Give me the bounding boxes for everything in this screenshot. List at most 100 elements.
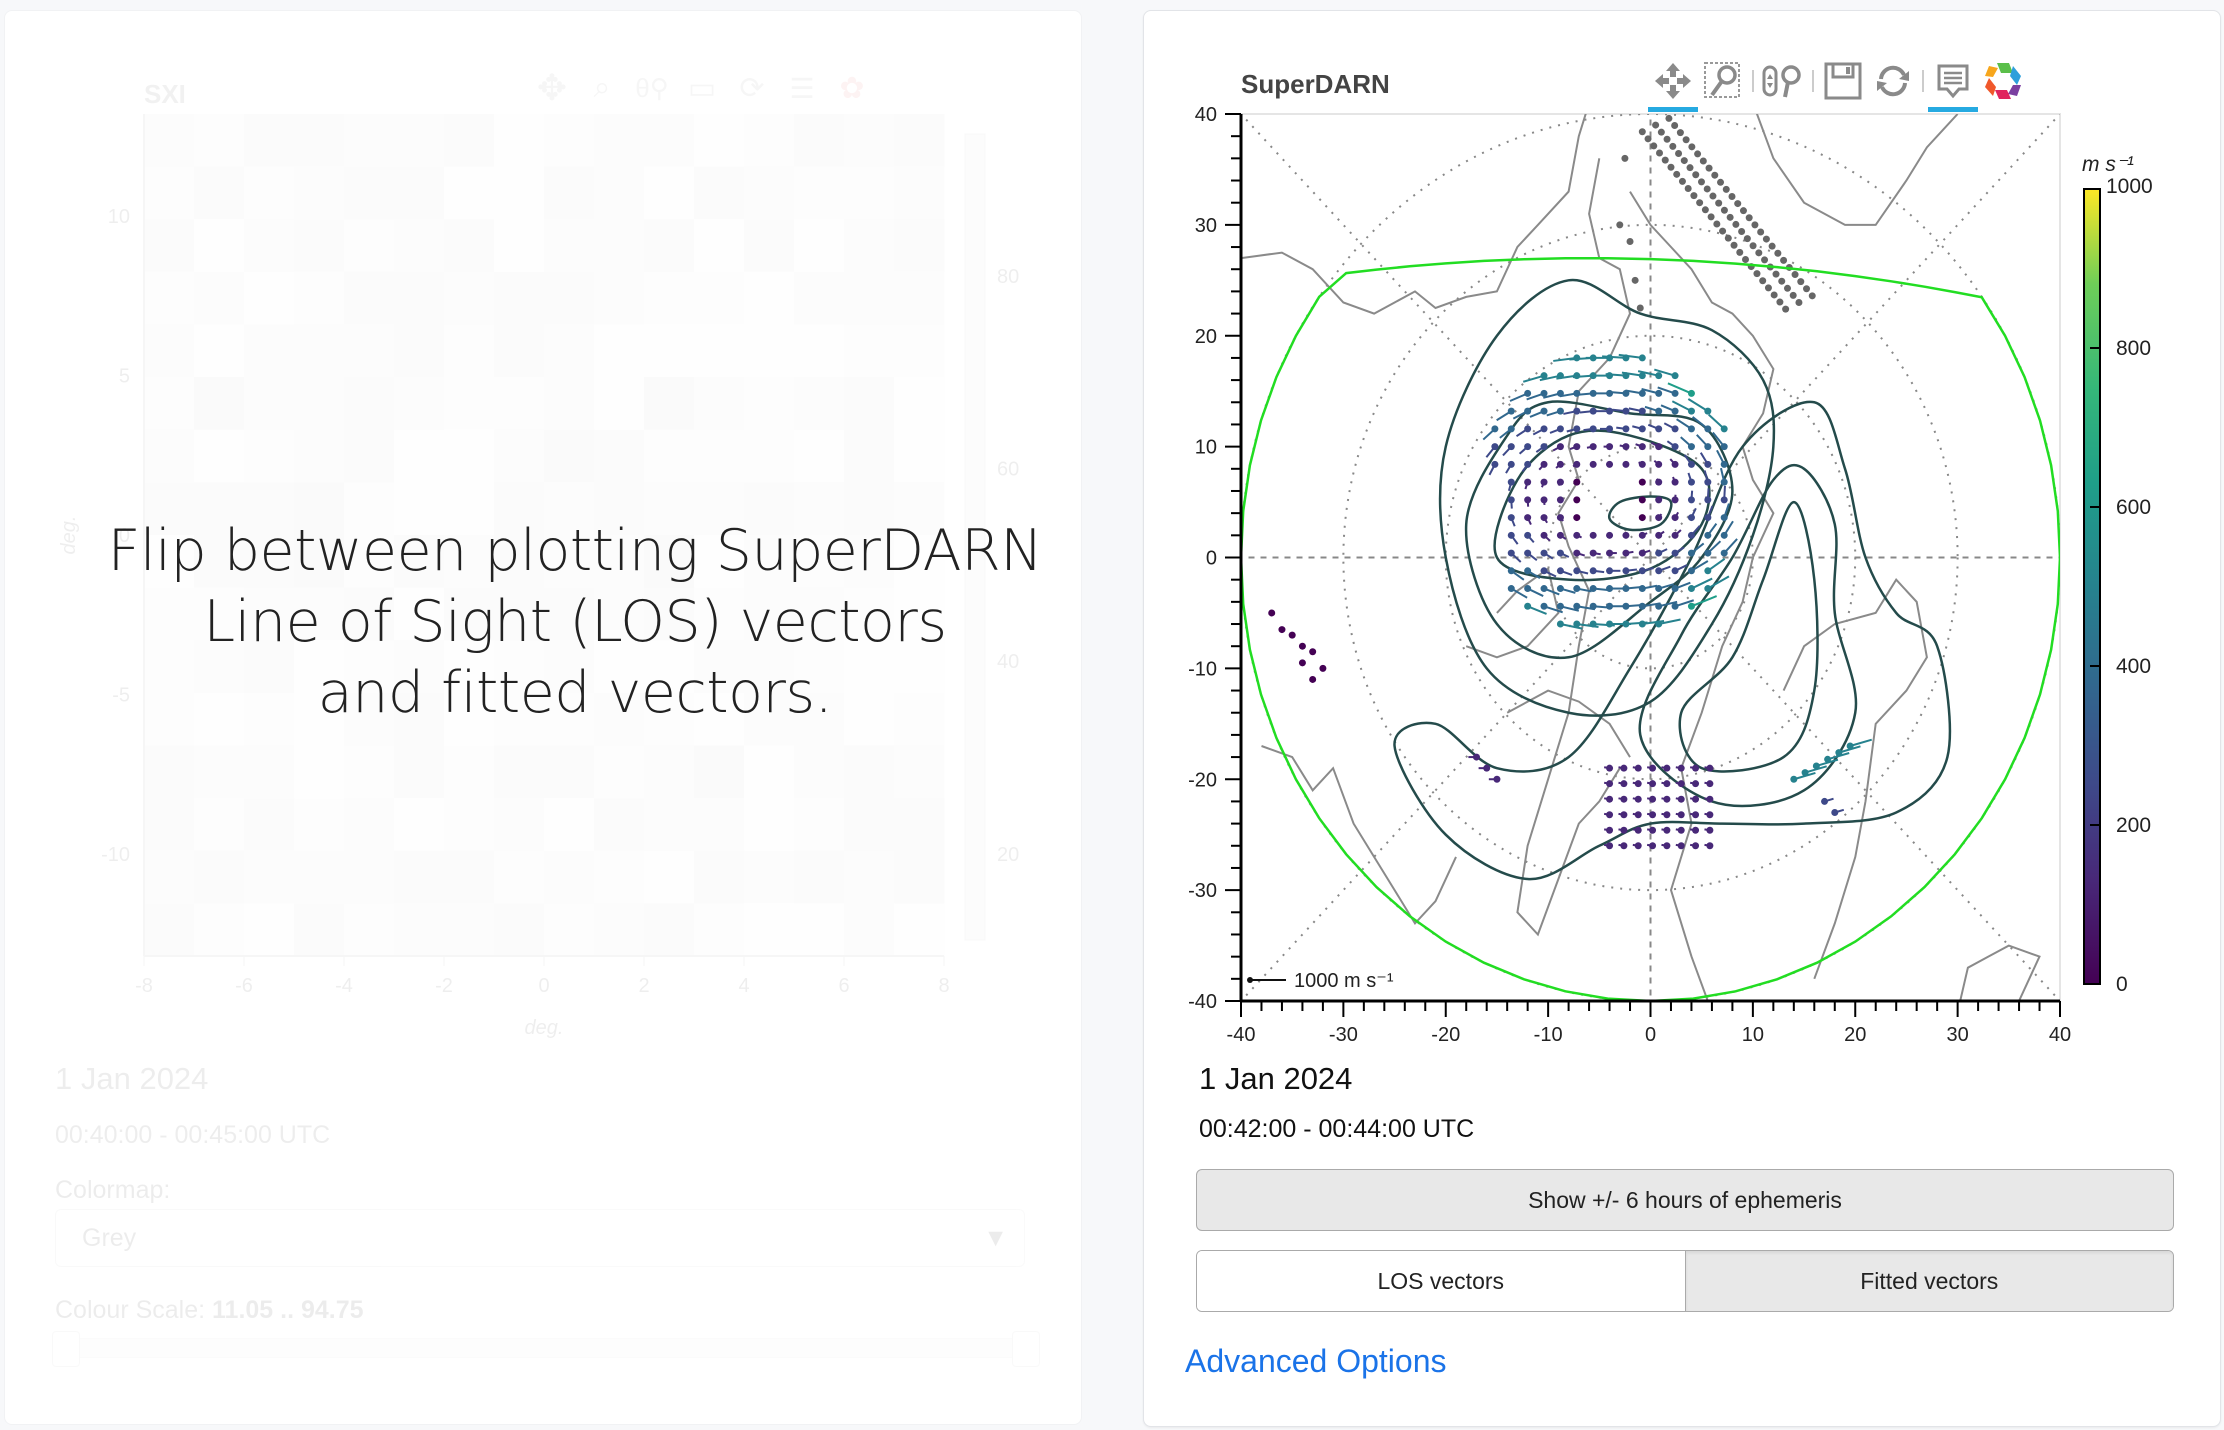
ephemeris-dot — [1697, 178, 1705, 186]
sxi-pixel — [794, 903, 845, 957]
ephemeris-dot — [1684, 185, 1692, 193]
ephemeris-dot — [1667, 163, 1675, 171]
x-tick-label: 0 — [538, 975, 549, 997]
vector-origin — [1606, 764, 1614, 772]
vector-origin — [1589, 443, 1597, 451]
sxi-pixel — [794, 271, 845, 325]
ephemeris-dot — [1742, 255, 1750, 263]
ephemeris-dot — [1692, 171, 1700, 179]
sxi-pixel — [144, 114, 195, 168]
vector-origin — [1524, 514, 1532, 522]
colorbar: m s⁻¹ 1000 800 600 400 200 0 — [2082, 153, 2153, 996]
sxi-pixel — [444, 271, 495, 325]
vector-origin — [1638, 354, 1646, 362]
superdarn-polar-plot[interactable]: -40 -30 -20 -10 0 10 20 30 40 40 30 20 10 0 -10 -20 -30 -… — [1144, 11, 2222, 1061]
vector-origin — [1692, 811, 1700, 819]
sxi-pixel — [144, 219, 195, 273]
sxi-pixel — [744, 114, 795, 168]
x-tick-label: 0 — [1645, 1024, 1656, 1046]
vector-origin — [1556, 443, 1564, 451]
vector-origin — [1638, 407, 1646, 415]
ephemeris-dot — [1730, 241, 1738, 249]
ephemeris-dot — [1694, 150, 1702, 158]
vector-origin — [1687, 425, 1695, 433]
sxi-pixel — [844, 850, 895, 904]
vector-origin — [1831, 809, 1839, 817]
slider-handle-min[interactable] — [52, 1331, 80, 1367]
sxi-pixel — [294, 429, 345, 483]
sxi-pixel — [544, 429, 595, 483]
sxi-pixel — [644, 324, 695, 378]
vector-origin — [1704, 478, 1712, 486]
sxi-pixel — [644, 166, 695, 220]
x-tick-label: 4 — [738, 975, 749, 997]
vector-origin — [1671, 549, 1679, 557]
sxi-pixel — [744, 745, 795, 799]
vector-origin — [1663, 826, 1671, 834]
ephemeris-dot — [1734, 200, 1742, 208]
x-tick-label: 20 — [1844, 1024, 1866, 1046]
vector-origin — [1655, 585, 1663, 593]
sxi-pixel — [844, 429, 895, 483]
los-vectors-option[interactable]: LOS vectors — [1197, 1251, 1685, 1311]
vector-origin — [1677, 795, 1685, 803]
show-ephemeris-button[interactable]: Show +/- 6 hours of ephemeris — [1196, 1169, 2174, 1231]
fitted-vectors-option[interactable]: Fitted vectors — [1684, 1251, 2173, 1311]
colour-scale-slider[interactable] — [52, 1331, 1040, 1367]
sxi-pixel — [394, 745, 445, 799]
colormap-select[interactable]: Grey ▼ — [55, 1209, 1025, 1267]
slider-handle-max[interactable] — [1012, 1331, 1040, 1367]
vector-origin — [1556, 585, 1564, 593]
sxi-pixel — [594, 429, 645, 483]
sxi-pixel — [794, 114, 845, 168]
velocity-vector — [1268, 609, 1276, 617]
x-tick-label: 40 — [2049, 1024, 2071, 1046]
vector-origin — [1507, 567, 1515, 575]
colormap-label: Colormap: — [55, 1176, 171, 1204]
vector-origin — [1606, 567, 1614, 575]
sxi-pixel — [444, 324, 495, 378]
sxi-pixel — [844, 377, 895, 431]
vector-origin — [1540, 389, 1548, 397]
chevron-down-icon: ▼ — [983, 1223, 1008, 1252]
vector-origin — [1620, 795, 1628, 803]
sxi-pixel — [594, 850, 645, 904]
sxi-pixel — [744, 903, 795, 957]
ephemeris-dot — [1711, 171, 1719, 179]
y-tick-label: -10 — [101, 844, 130, 866]
vector-origin — [1556, 602, 1564, 610]
sxi-pixel — [894, 166, 945, 220]
vector-origin — [1483, 764, 1491, 772]
colour-scale-value: 11.05 .. 94.75 — [212, 1296, 364, 1324]
ephemeris-dot — [1669, 142, 1677, 150]
vector-origin — [1319, 664, 1327, 672]
advanced-options-link[interactable]: Advanced Options — [1185, 1343, 1447, 1380]
velocity-vector — [1589, 460, 1597, 468]
vector-origin — [1622, 443, 1630, 451]
vector-origin — [1606, 407, 1614, 415]
vector-origin — [1704, 549, 1712, 557]
sxi-pixel — [544, 324, 595, 378]
vector-origin — [1622, 567, 1630, 575]
ephemeris-dot — [1743, 235, 1751, 243]
velocity-vector — [1606, 531, 1614, 539]
sxi-pixel — [844, 324, 895, 378]
vector-origin — [1687, 460, 1695, 468]
sxi-pixel — [744, 377, 795, 431]
x-tick-label: -2 — [435, 975, 453, 997]
vector-origin — [1704, 460, 1712, 468]
sxi-pixel — [444, 903, 495, 957]
sxi-pixel — [394, 429, 445, 483]
sxi-pixel — [244, 271, 295, 325]
vector-origin — [1692, 764, 1700, 772]
ephemeris-dot — [1682, 136, 1690, 144]
vector-origin — [1622, 460, 1630, 468]
velocity-vector — [1655, 513, 1663, 522]
y-tick-label: 10 — [108, 206, 130, 228]
sxi-pixel — [294, 166, 345, 220]
sxi-pixel — [894, 377, 945, 431]
sxi-pixel — [644, 377, 695, 431]
vector-origin — [1493, 775, 1501, 783]
sxi-pixel — [844, 219, 895, 273]
velocity-vector — [1556, 478, 1564, 486]
